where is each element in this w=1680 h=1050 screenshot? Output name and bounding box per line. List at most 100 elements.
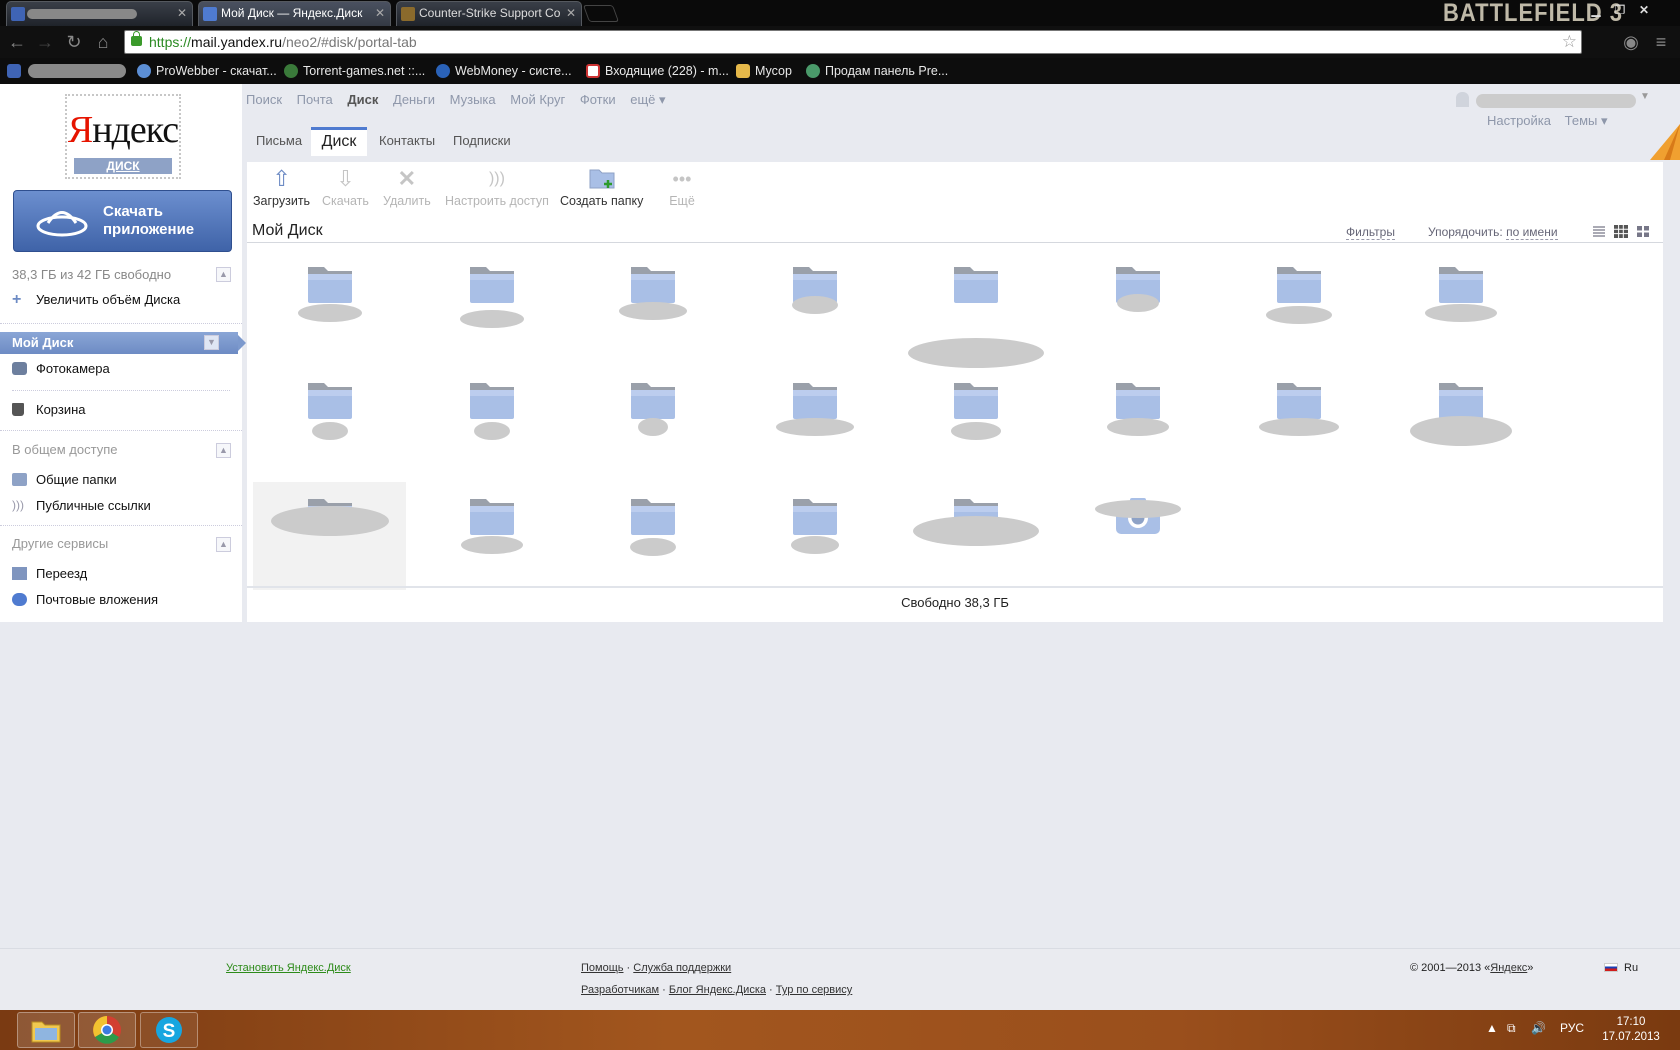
user-menu[interactable]: ▼ (1456, 91, 1650, 109)
tab-disk[interactable]: Диск (311, 127, 367, 156)
settings-link[interactable]: Настройка (1487, 113, 1551, 128)
restore-icon[interactable]: ❐ (1610, 2, 1630, 18)
bookmark-torrent-games[interactable]: Torrent-games.net ::... (284, 63, 425, 79)
folder-item[interactable] (738, 250, 891, 358)
minimize-icon[interactable]: ▁ (1586, 2, 1606, 18)
nav-music[interactable]: Музыка (450, 92, 496, 107)
new-folder-button[interactable]: Создать папку (560, 166, 643, 208)
menu-icon[interactable]: ≡ (1651, 33, 1671, 53)
nav-money[interactable]: Деньги (393, 92, 435, 107)
language-switch[interactable]: Ru (1604, 962, 1638, 974)
folder-item[interactable] (1222, 250, 1375, 358)
new-tab-button[interactable] (582, 5, 620, 22)
collapse-icon[interactable]: ▲ (216, 267, 231, 282)
chevron-down-icon[interactable]: ▼ (204, 335, 219, 350)
upload-button[interactable]: ⇧ Загрузить (253, 166, 310, 208)
sidebar-item-public-links[interactable]: ))) Публичные ссылки (12, 497, 151, 515)
nav-mail[interactable]: Почта (297, 92, 333, 107)
sidebar-item-attachments[interactable]: Почтовые вложения (12, 591, 158, 609)
collapse-icon[interactable]: ▲ (216, 443, 231, 458)
collapse-icon[interactable]: ▲ (216, 537, 231, 552)
nav-disk[interactable]: Диск (347, 92, 378, 107)
folder-item[interactable] (1061, 250, 1214, 358)
nav-search[interactable]: Поиск (246, 92, 282, 107)
folder-item[interactable] (738, 482, 891, 590)
extension-icon[interactable]: ◉ (1621, 33, 1641, 53)
camera-folder-item[interactable] (1061, 482, 1214, 590)
forward-icon[interactable]: → (35, 33, 55, 53)
sidebar-item-trash[interactable]: Корзина (12, 401, 86, 419)
back-icon[interactable]: ← (7, 33, 27, 53)
volume-icon[interactable]: 🔊 (1531, 1021, 1546, 1035)
download-app-button[interactable]: Скачать приложение (13, 190, 232, 252)
nav-photos[interactable]: Фотки (580, 92, 616, 107)
more-button[interactable]: ••• Ещё (667, 166, 697, 208)
window-close-icon[interactable]: ✕ (1634, 2, 1654, 18)
folder-item[interactable] (1222, 366, 1375, 474)
address-bar[interactable]: https://mail.yandex.ru/neo2/#disk/portal… (124, 30, 1582, 54)
help-link[interactable]: Помощь (581, 962, 624, 974)
folder-item[interactable] (415, 482, 568, 590)
download-button[interactable]: ⇩ Скачать (322, 166, 369, 208)
sidebar-item-my-disk[interactable]: Мой Диск ▼ (0, 332, 246, 354)
themes-link[interactable]: Темы ▾ (1565, 113, 1608, 128)
folder-item[interactable] (899, 366, 1052, 474)
nav-moy-krug[interactable]: Мой Круг (510, 92, 565, 107)
bookmark-prowebber[interactable]: ProWebber - скачат... (137, 63, 277, 79)
folder-item[interactable] (899, 482, 1052, 590)
sidebar-item-move[interactable]: Переезд (12, 565, 87, 583)
folder-item[interactable] (576, 250, 729, 358)
list-view-icon[interactable] (1592, 225, 1606, 238)
tray-expand-icon[interactable]: ▲ (1486, 1021, 1498, 1035)
chrome-taskbar-button[interactable] (78, 1012, 136, 1048)
folder-item[interactable] (415, 366, 568, 474)
nav-more[interactable]: ещё ▾ (630, 92, 665, 107)
access-button[interactable]: ))) Настроить доступ (445, 166, 549, 208)
sort-control[interactable]: Упорядочить: по имени (1428, 225, 1558, 240)
bookmark-folder-musor[interactable]: Мусор (736, 63, 792, 79)
folder-item[interactable] (253, 250, 406, 358)
network-icon[interactable]: ⧉ (1507, 1021, 1516, 1036)
bookmark-forum[interactable]: Продам панель Pre... (806, 63, 948, 79)
folder-item[interactable] (738, 366, 891, 474)
bookmarks-apps-icon[interactable] (7, 63, 22, 79)
folder-item[interactable] (1384, 366, 1537, 474)
tab-contacts[interactable]: Контакты (379, 133, 435, 148)
increase-storage-link[interactable]: + Увеличить объём Диска (12, 291, 180, 309)
tab-letters[interactable]: Письма (256, 133, 302, 148)
sidebar-item-camera[interactable]: Фотокамера (12, 360, 110, 378)
skype-taskbar-button[interactable]: S (140, 1012, 198, 1048)
folder-item[interactable] (415, 250, 568, 358)
close-icon[interactable]: ✕ (177, 2, 187, 25)
filters-link[interactable]: Фильтры (1346, 225, 1395, 240)
tab-subscriptions[interactable]: Подписки (453, 133, 511, 148)
folder-item[interactable] (576, 482, 729, 590)
tab-counter-strike[interactable]: Counter-Strike Support Co ✕ (396, 1, 582, 26)
yandex-link[interactable]: Яндекс (1490, 962, 1527, 974)
folder-item[interactable] (1061, 366, 1214, 474)
tab-1[interactable]: ✕ (6, 1, 193, 26)
bookmark-star-icon[interactable]: ☆ (1562, 31, 1577, 53)
input-language[interactable]: РУС (1560, 1021, 1584, 1035)
sort-value[interactable]: по имени (1506, 225, 1558, 240)
explorer-taskbar-button[interactable] (17, 1012, 75, 1048)
blog-link[interactable]: Блог Яндекс.Диска (669, 984, 766, 996)
folder-item[interactable] (253, 482, 406, 590)
grid-view-icon[interactable] (1614, 225, 1628, 238)
folder-item[interactable] (253, 366, 406, 474)
install-disk-link[interactable]: Установить Яндекс.Диск (226, 962, 351, 974)
developers-link[interactable]: Разработчикам (581, 984, 659, 996)
bookmark-webmoney[interactable]: WebMoney - систе... (436, 63, 572, 79)
home-icon[interactable]: ⌂ (93, 33, 113, 53)
tour-link[interactable]: Тур по сервису (776, 984, 853, 996)
folder-item[interactable] (1384, 250, 1537, 358)
folder-item[interactable] (576, 366, 729, 474)
clock[interactable]: 17:10 17.07.2013 (1596, 1015, 1666, 1045)
large-icons-view-icon[interactable] (1636, 225, 1650, 238)
redacted-bookmark[interactable] (28, 64, 126, 78)
close-icon[interactable]: ✕ (375, 2, 385, 25)
folder-item[interactable] (899, 250, 1052, 368)
delete-button[interactable]: ✕ Удалить (383, 166, 431, 208)
reload-icon[interactable]: ↻ (64, 33, 84, 53)
bookmark-gmail[interactable]: Входящие (228) - m... (586, 63, 729, 79)
